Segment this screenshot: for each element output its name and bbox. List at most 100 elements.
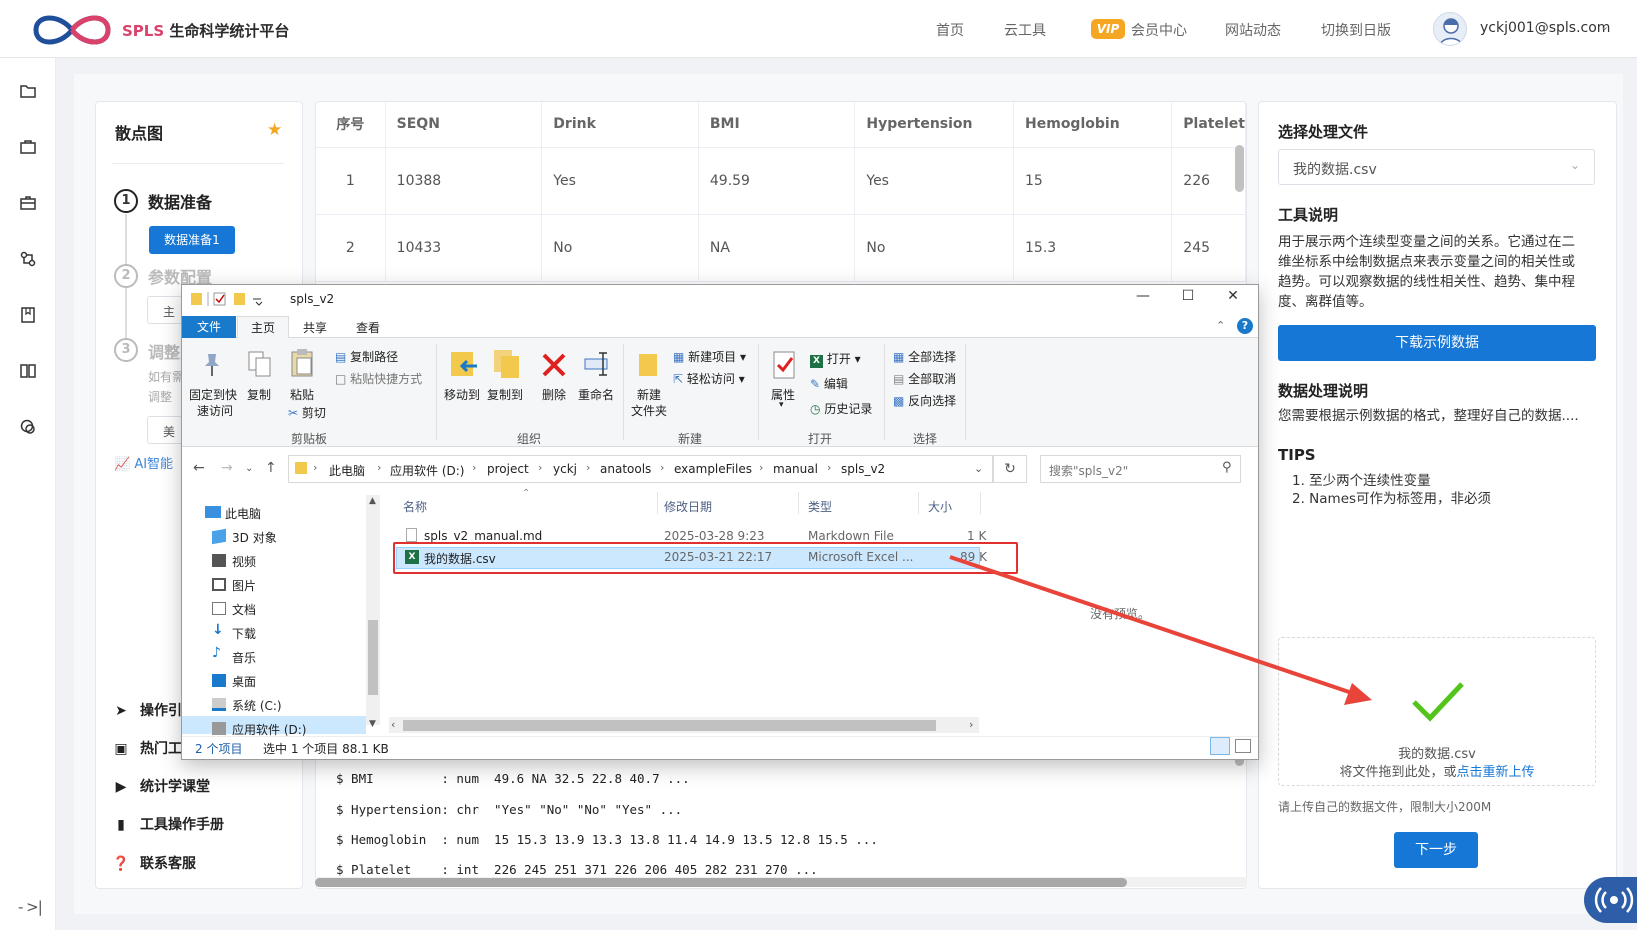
star-icon[interactable]: ★ bbox=[267, 120, 282, 140]
pin-label[interactable]: 固定到快 bbox=[189, 386, 237, 403]
avatar[interactable] bbox=[1433, 12, 1467, 46]
nav-switch-japanese[interactable]: 切换到日版 bbox=[1321, 20, 1391, 40]
maximize-icon[interactable]: ☐ bbox=[1173, 288, 1203, 304]
reupload-link[interactable]: 点击重新上传 bbox=[1457, 765, 1535, 780]
hot-tools-link[interactable]: ▣ 热门工 bbox=[112, 738, 182, 758]
tree-item-music[interactable]: 音乐 bbox=[232, 649, 256, 666]
recent-chevron-icon[interactable]: ⌄ bbox=[245, 463, 253, 474]
briefcase-icon[interactable] bbox=[19, 138, 37, 156]
col-separator[interactable] bbox=[798, 492, 799, 514]
stats-course-link[interactable]: ▶ 统计学课堂 bbox=[112, 776, 210, 796]
search-icon[interactable]: ⚲ bbox=[1222, 460, 1232, 475]
quick-access-toolbar[interactable] bbox=[190, 291, 270, 307]
breadcrumb-item[interactable]: 此电脑 bbox=[329, 462, 365, 479]
col-separator[interactable] bbox=[980, 492, 981, 514]
user-email[interactable]: yckj001@spls.com bbox=[1480, 20, 1610, 36]
close-icon[interactable]: ✕ bbox=[1218, 288, 1248, 304]
tree-item-pictures[interactable]: 图片 bbox=[232, 577, 256, 594]
up-arrow-icon[interactable]: ↑ bbox=[265, 460, 277, 476]
book-icon[interactable] bbox=[19, 306, 37, 324]
invert-selection-button[interactable]: ▩ 反向选择 bbox=[893, 392, 956, 409]
easy-access-button[interactable]: ⇱ 轻松访问 ▾ bbox=[673, 370, 745, 387]
breadcrumb-item[interactable]: 应用软件 (D:) bbox=[390, 462, 464, 479]
breadcrumb-item[interactable]: exampleFiles bbox=[674, 462, 752, 476]
guide-link[interactable]: ➤ 操作引 bbox=[112, 700, 182, 720]
col-type[interactable]: 类型 bbox=[808, 498, 832, 515]
collapse-icon[interactable]: - >| bbox=[18, 898, 43, 916]
folder-icon[interactable] bbox=[19, 82, 37, 100]
caret-down-icon[interactable]: ▾ bbox=[779, 400, 784, 410]
horizontal-scrollbar[interactable] bbox=[315, 878, 1127, 887]
open-book-icon[interactable] bbox=[19, 362, 37, 380]
select-all-button[interactable]: ▦ 全部选择 bbox=[893, 348, 956, 365]
new-folder-icon[interactable] bbox=[637, 350, 659, 378]
minimize-icon[interactable]: — bbox=[1128, 288, 1158, 304]
next-step-button[interactable]: 下一步 bbox=[1394, 832, 1478, 868]
move-to-icon[interactable] bbox=[449, 348, 479, 380]
pin-label[interactable]: 速访问 bbox=[197, 402, 233, 419]
tree-item-drive-c[interactable]: 系统 (C:) bbox=[232, 697, 282, 714]
chevron-down-icon[interactable]: ⌄ bbox=[1570, 158, 1580, 172]
step-label[interactable]: 数据准备 bbox=[148, 189, 212, 213]
tree-item-documents[interactable]: 文档 bbox=[232, 601, 256, 618]
tree-item-desktop[interactable]: 桌面 bbox=[232, 673, 256, 690]
breadcrumb-item[interactable]: anatools bbox=[600, 462, 651, 476]
copy-to-icon[interactable] bbox=[492, 348, 522, 380]
col-name[interactable]: 名称 bbox=[403, 498, 427, 515]
nav-cloud-tools[interactable]: 云工具 bbox=[1004, 20, 1046, 40]
paste-icon[interactable] bbox=[289, 348, 315, 378]
copy-path-button[interactable]: ▤ 复制路径 bbox=[335, 348, 398, 365]
address-dropdown-icon[interactable]: ⌄ bbox=[974, 462, 983, 475]
nav-home[interactable]: 首页 bbox=[936, 20, 964, 40]
tree-item-downloads[interactable]: 下载 bbox=[232, 625, 256, 642]
paste-shortcut-button[interactable]: □ 粘贴快捷方式 bbox=[335, 370, 422, 387]
breadcrumb-item[interactable]: yckj bbox=[553, 462, 577, 476]
chevron-down-icon[interactable]: ⌄ bbox=[1600, 20, 1609, 33]
paste-button[interactable]: 粘贴 bbox=[290, 386, 314, 403]
details-view-icon[interactable] bbox=[1210, 737, 1230, 755]
chat-icon[interactable] bbox=[19, 418, 37, 436]
select-none-button[interactable]: ▤ 全部取消 bbox=[893, 370, 956, 387]
col-size[interactable]: 大小 bbox=[928, 498, 952, 515]
toolbox-icon[interactable] bbox=[19, 194, 37, 212]
back-arrow-icon[interactable]: ← bbox=[193, 460, 205, 476]
scroll-left-icon[interactable]: ‹ bbox=[391, 718, 395, 731]
support-link[interactable]: ❓ 联系客服 bbox=[112, 853, 196, 873]
copy-button[interactable]: 复制 bbox=[247, 386, 271, 403]
delete-button[interactable]: 删除 bbox=[542, 386, 566, 403]
scroll-right-icon[interactable]: › bbox=[969, 718, 973, 731]
tree-scrollbar[interactable] bbox=[368, 620, 378, 695]
manual-link[interactable]: ▮ 工具操作手册 bbox=[112, 814, 224, 834]
new-folder-button[interactable]: 新建 bbox=[637, 386, 661, 403]
breadcrumb-item[interactable]: spls_v2 bbox=[841, 462, 885, 476]
properties-icon[interactable] bbox=[771, 350, 797, 380]
download-example-button[interactable]: 下载示例数据 bbox=[1278, 325, 1596, 361]
logo-icon[interactable] bbox=[30, 8, 114, 52]
file-name[interactable]: spls_v2_manual.md bbox=[424, 529, 542, 543]
nav-news[interactable]: 网站动态 bbox=[1225, 20, 1281, 40]
scroll-up-icon[interactable]: ▲ bbox=[369, 496, 376, 506]
breadcrumb-item[interactable]: project bbox=[487, 462, 529, 476]
copy-icon[interactable] bbox=[247, 350, 273, 378]
workflow-icon[interactable] bbox=[19, 250, 37, 268]
tree-item-video[interactable]: 视频 bbox=[232, 553, 256, 570]
forward-arrow-icon[interactable]: → bbox=[221, 460, 233, 476]
breadcrumb-item[interactable]: manual bbox=[773, 462, 818, 476]
col-date[interactable]: 修改日期 bbox=[664, 498, 712, 515]
open-button[interactable]: X 打开 ▾ bbox=[810, 350, 861, 368]
tab-view[interactable]: 查看 bbox=[356, 319, 380, 336]
tree-item-3d[interactable]: 3D 对象 bbox=[232, 529, 277, 546]
edit-button[interactable]: ✎ 编辑 bbox=[810, 375, 848, 392]
tab-file[interactable]: 文件 bbox=[182, 316, 236, 338]
new-folder-button[interactable]: 文件夹 bbox=[631, 402, 667, 419]
table-vertical-scrollbar[interactable] bbox=[1235, 145, 1244, 192]
logo-text[interactable]: SPLS 生命科学统计平台 bbox=[122, 20, 289, 41]
copy-to-button[interactable]: 复制到 bbox=[487, 386, 523, 403]
scroll-down-icon[interactable]: ▼ bbox=[369, 719, 376, 729]
ai-assistant-link[interactable]: 📈 AI智能 bbox=[114, 453, 173, 472]
file-scrollbar[interactable] bbox=[403, 720, 936, 731]
delete-icon[interactable] bbox=[541, 352, 567, 378]
nav-member-center[interactable]: 会员中心 bbox=[1131, 20, 1187, 40]
tab-home[interactable]: 主页 bbox=[237, 316, 289, 339]
broadcast-icon[interactable] bbox=[1584, 877, 1637, 923]
